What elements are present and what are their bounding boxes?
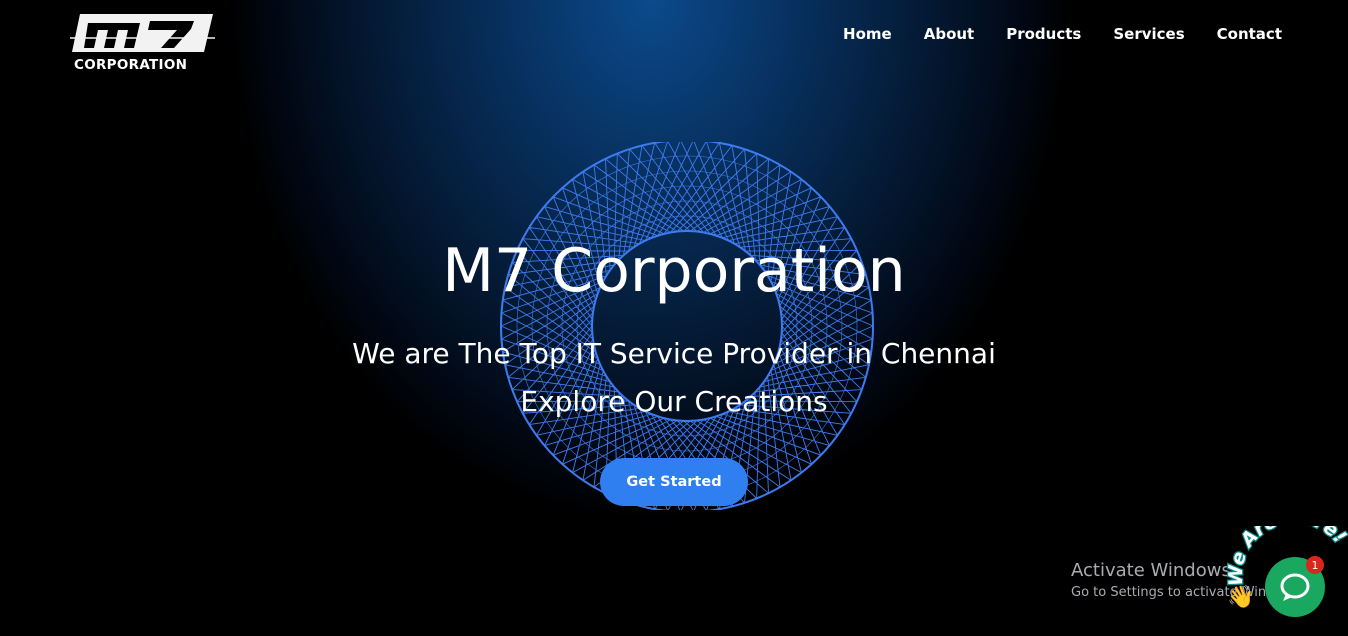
hero-tagline: Explore Our Creations bbox=[520, 385, 828, 418]
chat-widget[interactable]: We Are Here! 👋 1 bbox=[1225, 526, 1348, 636]
logo[interactable]: CORPORATION bbox=[70, 12, 215, 74]
nav-home[interactable]: Home bbox=[843, 26, 892, 43]
get-started-button[interactable]: Get Started bbox=[600, 458, 748, 506]
hero-title: M7 Corporation bbox=[442, 236, 906, 306]
nav-products[interactable]: Products bbox=[1006, 26, 1081, 43]
wireframe-ring-graphic bbox=[500, 142, 874, 510]
chat-bubble-icon bbox=[1280, 573, 1310, 601]
hero-subtitle: We are The Top IT Service Provider in Ch… bbox=[352, 337, 996, 370]
logo-mark bbox=[70, 14, 215, 52]
nav-contact[interactable]: Contact bbox=[1217, 26, 1282, 43]
logo-text: CORPORATION bbox=[74, 57, 188, 73]
waving-hand-icon: 👋 bbox=[1227, 584, 1255, 609]
nav-about[interactable]: About bbox=[924, 26, 975, 43]
notification-badge: 1 bbox=[1306, 556, 1324, 574]
nav-services[interactable]: Services bbox=[1113, 26, 1184, 43]
main-nav: Home About Products Services Contact bbox=[811, 26, 1282, 43]
